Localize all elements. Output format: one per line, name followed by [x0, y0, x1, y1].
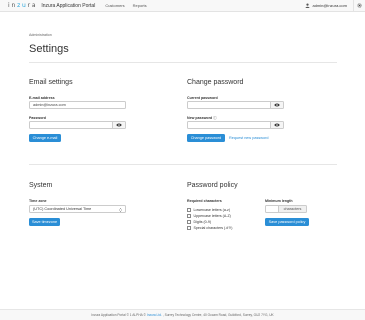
password-policy-title: Password policy: [187, 182, 238, 189]
checkbox[interactable]: [187, 226, 191, 230]
show-current-password-button[interactable]: [271, 101, 284, 109]
eye-icon: [116, 123, 122, 127]
settings-button[interactable]: [353, 0, 365, 11]
special-characters-checkbox[interactable]: Special characters (.#?!): [187, 226, 232, 230]
timezone-label: Time zone: [29, 199, 47, 203]
show-password-button[interactable]: [113, 121, 126, 129]
gear-icon: [357, 3, 362, 8]
email-label: E-mail address: [29, 96, 55, 100]
breadcrumb[interactable]: Administration: [29, 33, 52, 37]
page-title: Settings: [29, 43, 69, 55]
eye-icon: [274, 103, 280, 107]
save-timezone-button[interactable]: Save timezone: [29, 218, 60, 226]
user-menu[interactable]: admin@inzura.com: [305, 3, 353, 8]
lowercase-checkbox[interactable]: Lowercase letters (a-z): [187, 208, 230, 212]
checkbox[interactable]: [187, 208, 191, 212]
logo: inzura: [8, 2, 38, 9]
password-field[interactable]: [29, 121, 113, 129]
timezone-select[interactable]: (UTC) Coordinated Universal Time: [29, 205, 126, 213]
divider: [29, 164, 337, 165]
divider: [29, 62, 337, 63]
app-title: Inzura Application Portal: [41, 2, 96, 9]
nav-link-customers[interactable]: Customers: [105, 3, 124, 8]
checkbox[interactable]: [187, 220, 191, 224]
new-password-field[interactable]: [187, 121, 271, 129]
digits-checkbox[interactable]: Digits (0-9): [187, 220, 211, 224]
footer: Inzura Application Portal © 1 ALPHA © In…: [0, 309, 365, 320]
minimum-length-field[interactable]: [265, 205, 279, 213]
nav-link-reports[interactable]: Reports: [133, 3, 147, 8]
request-new-password-link[interactable]: Request new password: [229, 136, 268, 140]
brand[interactable]: inzura Inzura Application Portal: [8, 2, 95, 9]
eye-icon: [274, 123, 280, 127]
required-characters-label: Required characters: [187, 199, 222, 203]
timezone-value: (UTC) Coordinated Universal Time: [33, 207, 92, 211]
info-icon: ⓘ: [213, 116, 217, 120]
chevron-updown-icon: [119, 208, 122, 212]
change-email-button[interactable]: Change e-mail: [29, 134, 61, 142]
minimum-length-label: Minimum length: [265, 199, 293, 203]
show-new-password-button[interactable]: [271, 121, 284, 129]
uppercase-checkbox[interactable]: Uppercase letters (A-Z): [187, 214, 231, 218]
email-field[interactable]: admin@inzura.com: [29, 101, 126, 109]
save-password-policy-button[interactable]: Save password policy: [265, 218, 309, 226]
user-email: admin@inzura.com: [312, 3, 347, 8]
current-password-label: Current password: [187, 96, 218, 100]
change-password-button[interactable]: Change password: [187, 134, 225, 142]
system-title: System: [29, 182, 53, 189]
email-settings-title: Email settings: [29, 79, 73, 86]
password-label: Password: [29, 116, 46, 120]
change-password-title: Change password: [187, 79, 244, 86]
characters-unit: characters: [278, 205, 307, 213]
checkbox[interactable]: [187, 214, 191, 218]
current-password-field[interactable]: [187, 101, 271, 109]
user-icon: [305, 3, 310, 8]
company-link[interactable]: Inzura Ltd.: [147, 313, 162, 317]
top-navbar: inzura Inzura Application Portal Custome…: [0, 0, 365, 12]
